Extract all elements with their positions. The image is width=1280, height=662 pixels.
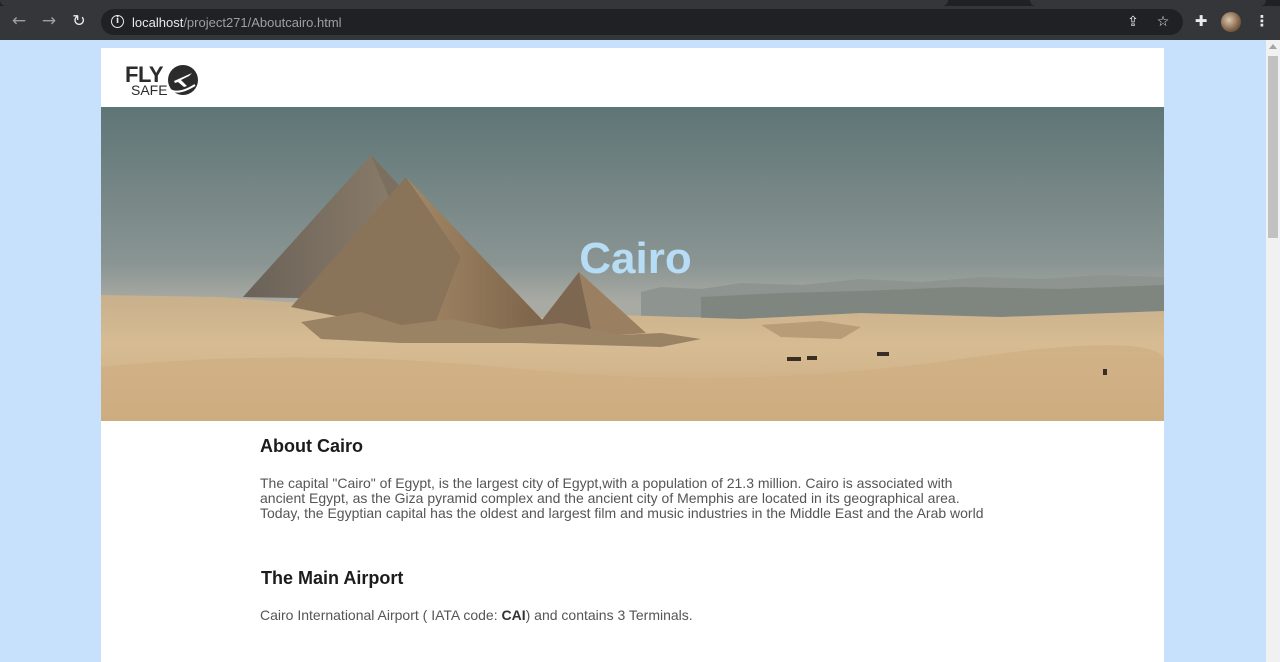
scroll-up-arrow-icon[interactable] xyxy=(1269,44,1277,49)
address-url[interactable]: localhost/project271/Aboutcairo.html xyxy=(132,15,342,30)
airport-heading: The Main Airport xyxy=(261,568,404,588)
hero-title: Cairo xyxy=(579,234,692,283)
hero-banner: Cairo xyxy=(101,107,1164,421)
extensions-puzzle-icon[interactable]: ✚ xyxy=(1192,12,1210,30)
share-icon[interactable]: ⇪ xyxy=(1125,14,1141,30)
tab-strip xyxy=(0,0,1280,6)
url-host: localhost xyxy=(132,15,184,30)
bookmark-star-icon[interactable]: ☆ xyxy=(1155,14,1171,30)
logo-airplane-icon xyxy=(168,65,198,95)
page-scrollbar[interactable] xyxy=(1266,40,1280,662)
airport-text-after: ) and contains 3 Terminals. xyxy=(525,607,693,623)
address-bar[interactable]: i localhost/project271/Aboutcairo.html ⇪… xyxy=(101,9,1183,35)
about-paragraph: The capital "Cairo" of Egypt, is the lar… xyxy=(260,475,984,521)
profile-avatar[interactable] xyxy=(1221,12,1241,32)
site-info-icon[interactable]: i xyxy=(111,15,124,28)
forward-arrow-icon[interactable]: → xyxy=(39,11,59,31)
page-container: FLY SAFE Cairo About Cairo The capital "… xyxy=(101,48,1164,662)
fly-safe-logo[interactable]: FLY SAFE xyxy=(125,60,205,100)
url-path: /project271/Aboutcairo.html xyxy=(183,15,342,30)
scrollbar-thumb[interactable] xyxy=(1268,56,1278,238)
active-tab[interactable] xyxy=(0,0,948,6)
other-tab[interactable] xyxy=(1030,0,1266,6)
airport-iata-code: CAI xyxy=(501,607,526,623)
logo-text-bottom: SAFE xyxy=(131,82,168,98)
about-heading: About Cairo xyxy=(260,436,363,456)
browser-toolbar: ← → ↻ i localhost/project271/Aboutcairo.… xyxy=(0,0,1280,40)
reload-icon[interactable]: ↻ xyxy=(69,11,89,31)
back-arrow-icon[interactable]: ← xyxy=(9,11,29,31)
more-menu-icon[interactable]: ⋮ xyxy=(1253,12,1271,30)
airport-text-before: Cairo International Airport ( IATA code: xyxy=(260,607,502,623)
airport-paragraph: Cairo International Airport ( IATA code:… xyxy=(260,607,693,623)
